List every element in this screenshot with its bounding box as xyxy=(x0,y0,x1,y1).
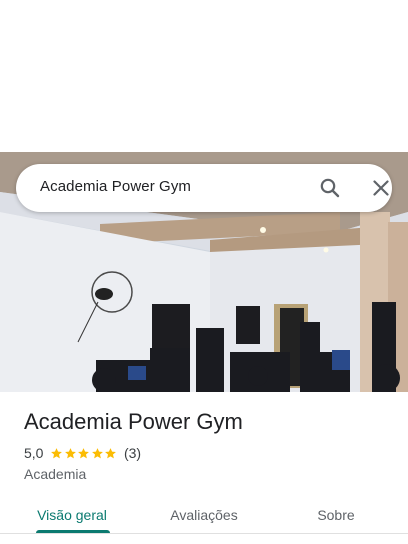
star-icon xyxy=(92,447,103,458)
tab-overview[interactable]: Visão geral xyxy=(24,496,120,534)
tab-reviews[interactable]: Avaliações xyxy=(156,496,252,534)
rating-value: 5,0 xyxy=(24,445,44,461)
tab-about[interactable]: Sobre xyxy=(298,496,374,534)
review-count[interactable]: (3) xyxy=(124,445,141,461)
place-tabs: Visão geral Avaliações Sobre xyxy=(0,496,408,544)
star-icon xyxy=(51,447,63,458)
search-bar[interactable]: Academia Power Gym xyxy=(16,164,392,212)
rating-row[interactable]: 5,0 (3) xyxy=(24,444,141,462)
search-input[interactable]: Academia Power Gym xyxy=(40,178,191,195)
search-icon[interactable] xyxy=(318,176,342,200)
star-icon xyxy=(105,447,117,458)
star-icon xyxy=(65,447,76,458)
place-sheet: Academia Power Gym Academia Power Gym 5,… xyxy=(0,0,408,544)
place-title: Academia Power Gym xyxy=(24,409,243,434)
map-area[interactable] xyxy=(0,0,408,152)
close-icon[interactable] xyxy=(369,176,393,200)
tabs-divider xyxy=(0,533,408,534)
star-rating xyxy=(50,447,118,460)
star-icon xyxy=(78,447,90,458)
place-category: Academia xyxy=(24,466,87,482)
